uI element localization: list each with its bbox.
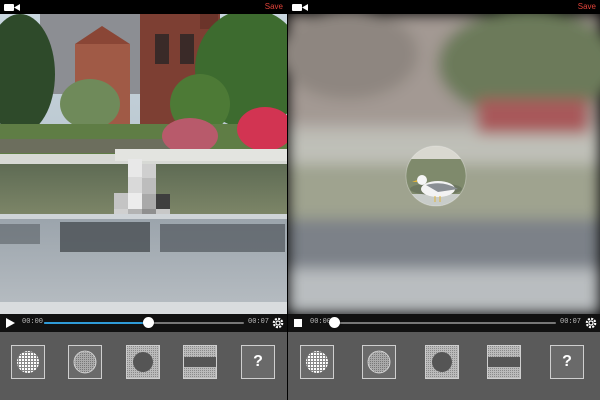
playback-controls: 00:00 00:07: [288, 314, 600, 332]
video-frame: [0, 14, 287, 314]
play-icon: [6, 318, 15, 328]
dark-circle-tool[interactable]: [425, 345, 459, 379]
seek-knob[interactable]: [142, 317, 154, 328]
video-preview[interactable]: [288, 14, 600, 314]
filter-toolbar: ?: [288, 332, 600, 400]
grid-circle-icon: [306, 351, 328, 373]
blur-circle-tool[interactable]: [68, 345, 102, 379]
play-button[interactable]: [4, 317, 16, 329]
grid-circle-tool[interactable]: [11, 345, 45, 379]
time-current: 00:00: [310, 318, 332, 326]
filter-toolbar: ?: [0, 332, 287, 400]
grid-circle-tool[interactable]: [300, 345, 334, 379]
gear-icon[interactable]: [272, 317, 284, 329]
blur-circle-tool[interactable]: [362, 345, 396, 379]
video-frame: [288, 14, 600, 314]
help-button[interactable]: ?: [550, 345, 584, 379]
band-filter-tool[interactable]: [487, 345, 521, 379]
video-preview[interactable]: [0, 14, 287, 314]
seek-bar[interactable]: [334, 322, 556, 324]
top-bar: Save: [288, 0, 600, 14]
help-icon: ?: [253, 353, 263, 370]
blur-circle-icon: [73, 350, 97, 374]
band-filter-icon: [488, 346, 520, 378]
pause-icon: [294, 319, 302, 327]
left-screen: Save 00:00 00:07 ?: [0, 0, 287, 400]
right-screen: Save 00:00 00:07 ?: [288, 0, 600, 400]
save-button[interactable]: Save: [578, 2, 596, 11]
time-total: 00:07: [248, 318, 270, 326]
gear-icon[interactable]: [585, 317, 597, 329]
pause-button[interactable]: [292, 317, 304, 329]
top-bar: Save: [0, 0, 287, 14]
dark-circle-tool[interactable]: [126, 345, 160, 379]
video-camera-icon: [292, 4, 308, 11]
time-current: 00:00: [22, 318, 44, 326]
save-button[interactable]: Save: [265, 2, 283, 11]
band-filter-tool[interactable]: [183, 345, 217, 379]
playback-controls: 00:00 00:07: [0, 314, 287, 332]
dark-circle-icon: [426, 346, 458, 378]
video-camera-icon: [4, 4, 20, 11]
band-filter-icon: [184, 346, 216, 378]
time-total: 00:07: [560, 318, 582, 326]
blur-circle-icon: [367, 350, 391, 374]
seek-bar-fill: [44, 322, 148, 324]
dark-circle-icon: [127, 346, 159, 378]
seek-knob[interactable]: [328, 317, 340, 328]
help-button[interactable]: ?: [241, 345, 275, 379]
grid-circle-icon: [17, 351, 39, 373]
help-icon: ?: [562, 353, 572, 370]
app-screens: Save 00:00 00:07 ? Save 00:00 00:07 ?: [0, 0, 600, 400]
